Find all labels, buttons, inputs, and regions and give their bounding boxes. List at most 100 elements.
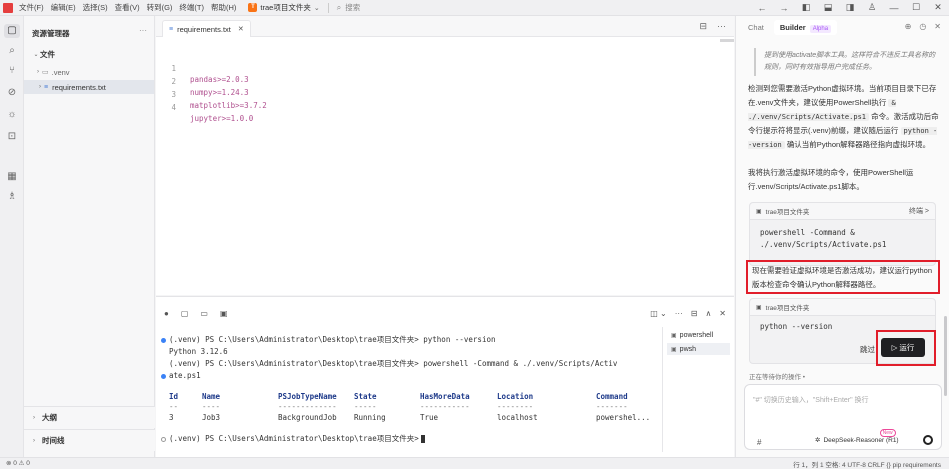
menu-help[interactable]: 帮助(H)	[211, 2, 236, 13]
explorer-icon[interactable]: ▢	[4, 24, 20, 38]
debug-console-icon[interactable]: ▭	[200, 309, 208, 318]
editor-status[interactable]: 行 1，列 1 空格: 4 UTF-8 CRLF {} pip requirem…	[793, 459, 941, 469]
code-line[interactable]: 4 jupyter>=1.0.0	[156, 91, 716, 123]
window-controls: ← → ◧ ⬓ ◨ ♙ — ☐ ✕	[745, 2, 943, 13]
history-icon[interactable]: ◷	[919, 22, 926, 31]
text-cursor	[420, 435, 425, 443]
paragraph-text: 确认当前Python解释器路径指向虚拟环境。	[786, 140, 931, 149]
remote-icon[interactable]: ⊡	[4, 130, 20, 144]
editor-tab-bar: ≡ requirements.txt ✕ ⊟ ···	[156, 16, 734, 37]
menu-view[interactable]: 查看(V)	[115, 2, 140, 13]
menu-selection[interactable]: 选择(S)	[83, 2, 108, 13]
code-line[interactable]: 1 pandas>=2.0.3	[156, 52, 716, 84]
prompt-text: (.venv) PS C:\Users\Administrator\Deskto…	[169, 434, 419, 443]
search-input[interactable]: ⌕ 搜索	[337, 2, 360, 13]
source-control-icon[interactable]: ⑂	[4, 64, 20, 78]
send-icon[interactable]	[923, 435, 933, 445]
bug-icon[interactable]: ☼	[4, 108, 20, 122]
terminal-icon[interactable]: ▣	[220, 309, 228, 318]
menu-terminal[interactable]: 终端(T)	[179, 2, 204, 13]
problems-status[interactable]: ⊗ 0 ⚠ 0	[6, 459, 30, 467]
tree-item-venv[interactable]: › ▭ .venv	[24, 65, 154, 79]
status-bar: ⊗ 0 ⚠ 0 行 1，列 1 空格: 4 UTF-8 CRLF {} pip …	[0, 457, 949, 469]
outline-section[interactable]: › 大纲	[24, 406, 155, 428]
forward-arrow-icon[interactable]: →	[779, 3, 789, 13]
close-panel-icon[interactable]: ✕	[719, 309, 726, 318]
tree-item-requirements[interactable]: › ≡ requirements.txt	[24, 80, 154, 94]
table-cell: 3	[169, 413, 174, 422]
ai-chat-panel: Chat Builder Alpha ⊕ ◷ ✕ 提到使用activate脚本工具…	[735, 16, 949, 457]
tab-chat[interactable]: Chat	[748, 23, 764, 32]
problems-icon[interactable]: ●	[164, 309, 169, 318]
search-icon[interactable]: ⌕	[4, 44, 20, 58]
menu-go[interactable]: 转到(G)	[147, 2, 173, 13]
divider	[327, 2, 329, 13]
chevron-right-icon: ›	[37, 69, 39, 75]
table-cell: powershel...	[596, 413, 651, 422]
more-icon[interactable]: ···	[675, 309, 683, 318]
menu-edit[interactable]: 编辑(E)	[51, 2, 76, 13]
context-icon[interactable]: #	[757, 438, 761, 447]
open-terminal-link[interactable]: 终端 >	[909, 206, 929, 216]
tab-builder[interactable]: Builder Alpha	[773, 19, 838, 35]
table-cell: Running	[354, 413, 386, 422]
chat-input-placeholder: "#" 切换历史输入，"Shift+Enter" 换行	[753, 397, 869, 404]
extensions-icon[interactable]: ▦	[4, 170, 20, 184]
new-chat-icon[interactable]: ⊕	[905, 22, 912, 31]
editor-area: ≡ requirements.txt ✕ ⊟ ··· 1 pandas>=2.0…	[156, 16, 734, 295]
table-cell: localhost	[497, 413, 538, 422]
account-icon[interactable]: ♙	[867, 2, 877, 13]
testing-icon[interactable]: ♗	[4, 190, 20, 204]
maximize-panel-icon[interactable]: ∧	[705, 309, 711, 318]
terminal-item-powershell[interactable]: ▣ powershell	[667, 329, 730, 341]
table-divider: -------	[596, 402, 628, 411]
back-arrow-icon[interactable]: ←	[757, 3, 767, 13]
toggle-right-panel-icon[interactable]: ◨	[845, 2, 855, 13]
app-logo	[3, 2, 13, 13]
timeline-section[interactable]: › 时间线	[24, 429, 155, 451]
toggle-sidebar-icon[interactable]: ◧	[801, 2, 811, 13]
table-header: PSJobTypeName	[278, 392, 337, 401]
files-section-label: 文件	[40, 49, 55, 59]
line-number: 4	[171, 103, 176, 112]
code-line[interactable]: 2 numpy>=1.24.3	[156, 65, 716, 97]
code-line[interactable]: 3 matplotlib>=3.7.2	[156, 78, 716, 110]
command-card: ▣ trae项目文件夹 终端 > powershell -Command & .…	[749, 202, 936, 266]
close-icon[interactable]: ✕	[933, 2, 943, 13]
more-icon[interactable]: ···	[717, 21, 726, 32]
menu-file[interactable]: 文件(F)	[19, 2, 44, 13]
panel-tabs: ● ▢ ▭ ▣	[164, 309, 240, 318]
split-editor-icon[interactable]: ⊟	[699, 21, 707, 32]
maximize-icon[interactable]: ☐	[911, 2, 921, 13]
clear-icon[interactable]: ⊟	[691, 309, 698, 318]
terminal-item-pwsh[interactable]: ▣ pwsh	[667, 343, 730, 355]
toggle-panel-icon[interactable]: ⬓	[823, 2, 833, 13]
tab-requirements[interactable]: ≡ requirements.txt ✕	[162, 20, 251, 37]
output-icon[interactable]: ▢	[181, 309, 189, 318]
command-code: python --version	[760, 322, 833, 331]
skip-button[interactable]: 跳过	[860, 344, 875, 355]
table-divider: -----	[354, 402, 377, 411]
scrollbar[interactable]	[944, 316, 947, 396]
new-terminal-icon[interactable]: ◫ ⌄	[650, 309, 666, 318]
terminal-prompt[interactable]: (.venv) PS C:\Users\Administrator\Deskto…	[169, 434, 425, 444]
outline-label: 大纲	[42, 413, 57, 422]
minimize-icon[interactable]: —	[889, 3, 899, 13]
close-icon[interactable]: ✕	[934, 22, 941, 31]
terminal-line: (.venv) PS C:\Users\Administrator\Deskto…	[169, 335, 496, 344]
project-switcher[interactable]: T trae项目文件夹 ⌄	[248, 2, 320, 14]
terminal-line: ate.ps1	[169, 371, 201, 380]
command-card-header: ▣ trae项目文件夹 终端 >	[750, 203, 935, 220]
run-debug-icon[interactable]: ⊘	[4, 86, 20, 100]
close-icon[interactable]: ✕	[238, 25, 244, 33]
files-section-header[interactable]: ⌄ 文件	[24, 47, 154, 61]
model-selector[interactable]: ✲ DeepSeek-Reasoner (R1) New	[815, 429, 899, 444]
table-header: Location	[497, 392, 534, 401]
chat-input[interactable]: "#" 切换历史输入，"Shift+Enter" 换行 # ✲ DeepSeek…	[744, 384, 942, 450]
project-badge: T	[248, 3, 258, 12]
tab-label: requirements.txt	[177, 24, 231, 34]
table-divider: --	[169, 402, 179, 411]
more-icon[interactable]: ···	[139, 26, 147, 35]
minimap-marker	[720, 39, 734, 42]
project-name: trae项目文件夹	[260, 3, 311, 12]
